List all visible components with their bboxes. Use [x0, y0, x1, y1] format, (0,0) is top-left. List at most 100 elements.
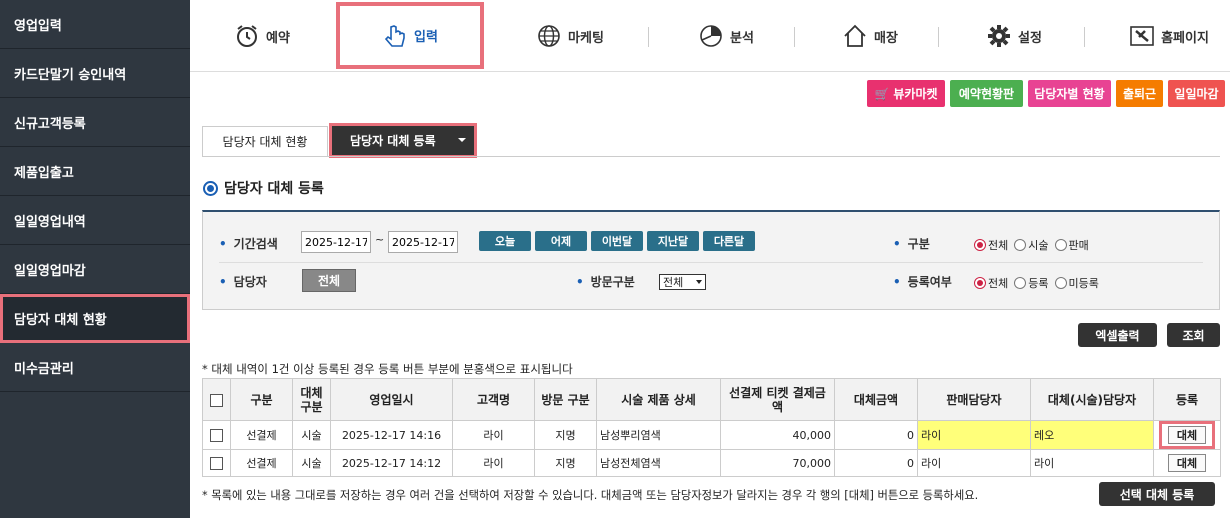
sidebar-item-receivables[interactable]: 미수금관리	[0, 343, 190, 392]
sidebar-item-label: 신규고객등록	[14, 116, 86, 132]
sidebar-item-daily-sales[interactable]: 일일영업내역	[0, 196, 190, 245]
daily-close-button[interactable]: 일일마감	[1168, 80, 1225, 107]
registration-radio-unregistered[interactable]: 미등록	[1054, 275, 1099, 291]
select-all-checkbox[interactable]	[210, 393, 223, 407]
nav-analysis[interactable]: 분석	[686, 0, 766, 72]
cell-service-detail: 남성뿌리염색	[596, 420, 721, 450]
sidebar-item-staff-replace-status[interactable]: 담당자 대체 현황	[0, 294, 190, 343]
beauty-market-button[interactable]: 🛒 뷰카마켓	[867, 80, 945, 107]
sidebar-item-sales-input[interactable]: 영업입력	[0, 0, 190, 49]
replace-register-button[interactable]: 대체	[1168, 454, 1206, 472]
radio-label: 전체	[988, 277, 1009, 290]
row-checkbox[interactable]	[210, 456, 223, 470]
header-sale-datetime: 영업일시	[330, 378, 453, 421]
sidebar-item-daily-close[interactable]: 일일영업마감	[0, 245, 190, 294]
nav-label: 예약	[266, 30, 290, 46]
registration-radio-registered[interactable]: 등록	[1014, 275, 1049, 291]
last-month-button[interactable]: 지난달	[647, 231, 699, 251]
section-title-text: 담당자 대체 등록	[224, 181, 324, 197]
category-radio-all[interactable]: 전체	[974, 237, 1008, 253]
date-from-input[interactable]	[301, 231, 371, 253]
nav-label: 설정	[1018, 30, 1042, 46]
button-label: 지난달	[657, 235, 689, 248]
cart-icon: 🛒	[874, 86, 890, 101]
pointer-hand-icon	[384, 24, 405, 47]
this-month-button[interactable]: 이번달	[591, 231, 643, 251]
sidebar-item-label: 카드단말기 승인내역	[14, 67, 127, 83]
cell-sales-staff[interactable]: 라이	[917, 420, 1031, 450]
tab-label: 담당자 대체 현황	[222, 135, 308, 149]
sidebar-item-label: 일일영업마감	[14, 263, 86, 279]
sidebar-item-card-approvals[interactable]: 카드단말기 승인내역	[0, 49, 190, 98]
tab-replace-status[interactable]: 담당자 대체 현황	[202, 126, 328, 156]
row-checkbox[interactable]	[210, 428, 223, 442]
replace-table: 구분 대체 구분 영업일시 고객명 방문 구분 시술 제품 상세 선결제 티켓 …	[202, 378, 1221, 477]
house-icon	[844, 24, 866, 47]
nav-separator	[1084, 27, 1085, 47]
sidebar-item-label: 담당자 대체 현황	[14, 312, 107, 328]
registration-radio-all[interactable]: 전체	[974, 275, 1008, 291]
cell-replace-type: 시술	[292, 449, 331, 477]
radio-label: 전체	[988, 239, 1009, 252]
date-to-input[interactable]	[388, 231, 458, 253]
button-label: 전체	[317, 274, 341, 288]
cell-register: 대체	[1153, 449, 1221, 477]
replace-register-button[interactable]: 대체	[1168, 426, 1206, 444]
staff-status-button[interactable]: 담당자별 현황	[1028, 80, 1111, 107]
yesterday-button[interactable]: 어제	[535, 231, 587, 251]
cell-service-detail: 남성전체염색	[596, 449, 721, 477]
excel-export-button[interactable]: 엑셀출력	[1078, 323, 1157, 347]
other-month-button[interactable]: 다른달	[703, 231, 755, 251]
sidebar-item-new-customer[interactable]: 신규고객등록	[0, 98, 190, 147]
sidebar-item-product-inout[interactable]: 제품입출고	[0, 147, 190, 196]
nav-label: 홈페이지	[1161, 30, 1209, 46]
registration-radio-group: 전체 등록 미등록	[974, 275, 1099, 291]
header-replace-staff: 대체(시술)담당자	[1030, 378, 1154, 421]
top-note: * 대체 내역이 1건 이상 등록된 경우 등록 버튼 부분에 분홍색으로 표시…	[202, 362, 573, 376]
cell-customer: 라이	[452, 420, 535, 450]
tab-replace-register[interactable]: 담당자 대체 등록	[332, 126, 474, 155]
search-button[interactable]: 조회	[1167, 323, 1220, 347]
header-service-detail: 시술 제품 상세	[596, 378, 721, 421]
register-highlight: 대체	[1159, 421, 1215, 449]
tab-replace-register-highlight: 담당자 대체 등록	[329, 123, 477, 158]
cell-replace-amount[interactable]: 0	[834, 420, 918, 450]
staff-select-button[interactable]: 전체	[302, 269, 356, 292]
button-label: 출퇴근	[1122, 87, 1157, 101]
nav-input[interactable]: 입력	[336, 2, 484, 69]
radio-label: 등록	[1028, 277, 1049, 290]
visit-type-select[interactable]: 전체	[659, 274, 706, 290]
nav-homepage[interactable]: 홈페이지	[1114, 0, 1224, 72]
category-radio-sale[interactable]: 판매	[1054, 237, 1089, 253]
period-label: 기간검색	[219, 235, 278, 252]
cell-replace-staff[interactable]: 라이	[1030, 449, 1154, 477]
bullet-circle-icon	[203, 180, 218, 196]
header-customer: 고객명	[452, 378, 535, 421]
cell-sale-datetime: 2025-12-17 14:16	[330, 420, 453, 450]
tools-icon	[1130, 26, 1154, 46]
nav-store[interactable]: 매장	[830, 0, 910, 72]
today-button[interactable]: 오늘	[479, 231, 531, 251]
nav-reservation[interactable]: 예약	[222, 0, 302, 72]
bulk-replace-register-button[interactable]: 선택 대체 등록	[1099, 482, 1215, 506]
nav-label: 입력	[414, 30, 438, 45]
cell-replace-amount[interactable]: 0	[834, 449, 918, 477]
cell-sale-datetime: 2025-12-17 14:12	[330, 449, 453, 477]
nav-marketing[interactable]: 마케팅	[520, 0, 620, 72]
attendance-button[interactable]: 출퇴근	[1116, 80, 1163, 107]
cell-replace-staff[interactable]: 레오	[1030, 420, 1154, 450]
table-row: 선결제 시술 2025-12-17 14:16 라이 지명 남성뿌리염색 40,…	[202, 420, 1221, 450]
reservation-board-button[interactable]: 예약현황판	[950, 80, 1023, 107]
category-label: 구분	[893, 235, 930, 252]
visit-type-label: 방문구분	[576, 273, 635, 290]
cell-visit-type: 지명	[534, 420, 597, 450]
staff-label: 담당자	[219, 273, 267, 290]
radio-label: 미등록	[1068, 277, 1099, 290]
header-replace-amount: 대체금액	[834, 378, 918, 421]
cell-sales-staff[interactable]: 라이	[917, 449, 1031, 477]
sidebar-item-label: 일일영업내역	[14, 214, 86, 230]
registration-label: 등록여부	[893, 273, 952, 290]
category-radio-service[interactable]: 시술	[1014, 237, 1049, 253]
sidebar-item-label: 제품입출고	[14, 165, 74, 181]
nav-settings[interactable]: 설정	[974, 0, 1054, 72]
